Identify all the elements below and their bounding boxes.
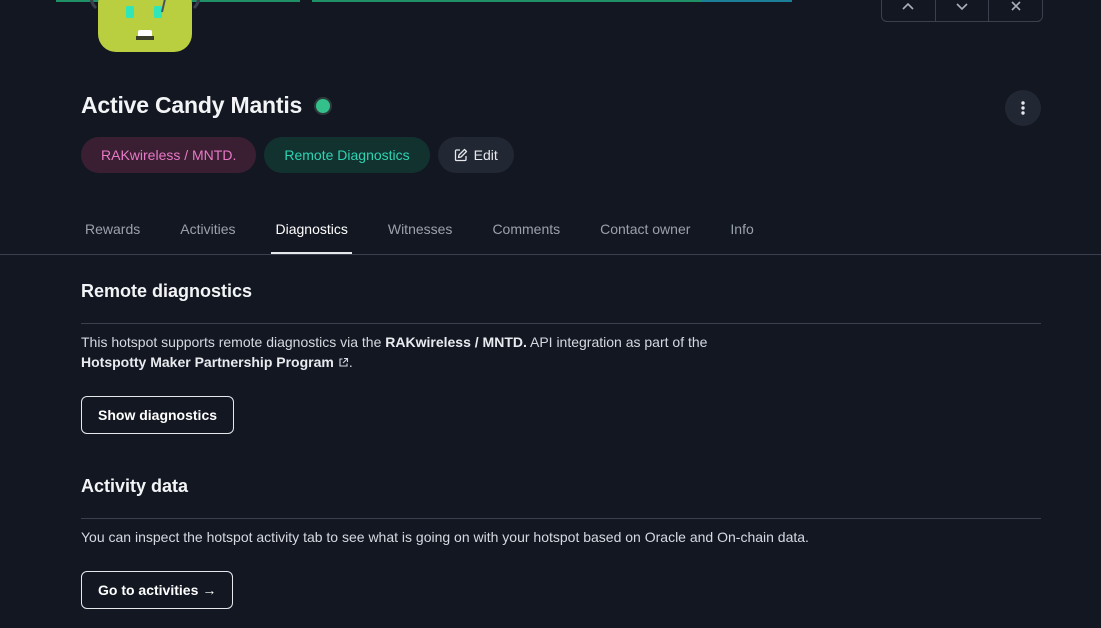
section-divider [81,323,1041,324]
tabs-divider [0,254,1101,255]
hotspot-name: Active Candy Mantis [81,92,303,118]
collapse-button[interactable] [882,0,936,21]
top-border-line [702,0,792,2]
activity-data-description: You can inspect the hotspot activity tab… [81,529,809,545]
expand-button[interactable] [936,0,990,21]
edit-pencil-icon [454,148,467,162]
tab-rewards[interactable]: Rewards [81,206,144,254]
edit-button[interactable]: Edit [437,137,514,173]
chevron-up-icon [902,2,914,10]
chevron-down-icon [956,3,968,11]
tab-comments[interactable]: Comments [488,206,564,254]
go-to-activities-label: Go to activities [98,582,199,598]
close-icon [1011,1,1021,11]
remote-diagnostics-chip-label: Remote Diagnostics [284,147,410,163]
section-divider [81,518,1041,519]
tab-contact-owner[interactable]: Contact owner [596,206,694,254]
hotspot-header: Active Candy Mantis [81,92,331,119]
remote-diagnostics-chip[interactable]: Remote Diagnostics [264,137,430,173]
arrow-right-icon: → [202,582,217,598]
maker-name: RAKwireless / MNTD. [385,334,527,350]
more-options-button[interactable] [1005,90,1041,126]
external-link-icon [338,353,349,373]
period: . [348,354,353,370]
maker-chip-label: RAKwireless / MNTD. [101,147,237,163]
remote-diagnostics-heading: Remote diagnostics [81,281,253,301]
tab-witnesses[interactable]: Witnesses [384,206,457,254]
activity-data-heading: Activity data [81,476,189,496]
tab-diagnostics[interactable]: Diagnostics [271,206,352,254]
edit-button-label: Edit [473,147,498,163]
window-controls [881,0,1043,22]
robot-avatar-icon [89,0,201,56]
online-status-dot [316,98,331,113]
tab-bar: Rewards Activities Diagnostics Witnesses… [81,206,790,254]
remote-diagnostics-description: This hotspot supports remote diagnostics… [81,332,781,373]
show-diagnostics-button[interactable]: Show diagnostics [81,396,235,434]
tab-info[interactable]: Info [726,206,757,254]
maker-chip[interactable]: RAKwireless / MNTD. [81,137,257,173]
close-button[interactable] [989,0,1042,21]
description-text: This hotspot supports remote diagnostics… [81,334,386,350]
top-border-line [312,0,702,2]
description-text: API integration as part of the [526,334,708,350]
show-diagnostics-label: Show diagnostics [98,407,218,423]
go-to-activities-button[interactable]: Go to activities → [81,571,234,609]
hotspot-chips: RAKwireless / MNTD. Remote Diagnostics E… [81,137,514,173]
tab-activities[interactable]: Activities [176,206,239,254]
maker-program-link[interactable]: Hotspotty Maker Partnership Program [81,354,334,370]
vertical-dots-icon [1021,101,1025,115]
